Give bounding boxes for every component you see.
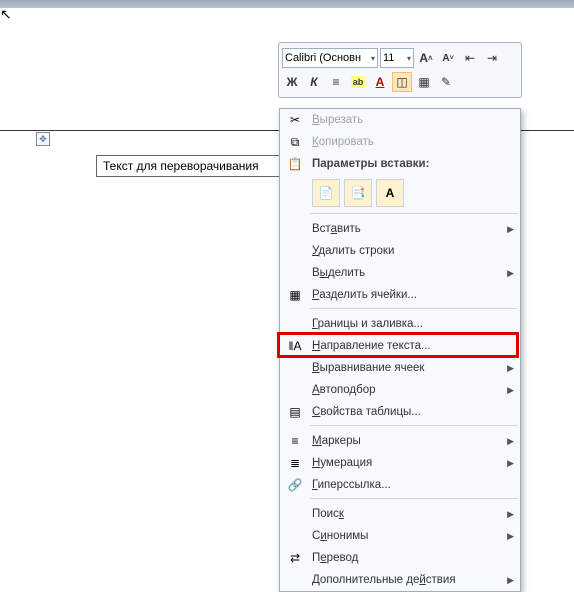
table-properties-icon: ▤ (284, 403, 306, 421)
submenu-arrow-icon: ▶ (507, 224, 514, 235)
grow-font-icon[interactable]: A˄ (416, 48, 436, 68)
align-button[interactable]: ≡ (326, 72, 346, 92)
menu-borders-shading[interactable]: Границы и заливка... (280, 313, 520, 335)
menu-split-cells[interactable]: ▦Разделить ячейки... (280, 284, 520, 306)
paste-merge-icon[interactable]: 📑 (344, 179, 372, 207)
numbering-icon: ≣ (284, 454, 306, 472)
menu-cut[interactable]: ✂Вырезать (280, 109, 520, 131)
mouse-cursor: ↖ (0, 6, 12, 23)
font-size: 11 (383, 52, 394, 64)
format-painter-icon[interactable]: ✎ (436, 72, 456, 92)
font-selector[interactable]: Calibri (Основн ▾ (282, 48, 378, 68)
chevron-down-icon: ▾ (407, 54, 411, 63)
italic-button[interactable]: К (304, 72, 324, 92)
translate-icon: ⇄ (284, 549, 306, 567)
font-name: Calibri (Основн (285, 52, 361, 64)
text-direction-icon: ‖A (284, 337, 306, 355)
cell-text: Текст для переворачивания (103, 159, 259, 173)
hyperlink-icon: 🔗 (284, 476, 306, 494)
paste-text-only-icon[interactable]: A (376, 179, 404, 207)
menu-hyperlink[interactable]: 🔗Гиперссылка... (280, 474, 520, 496)
increase-indent-icon[interactable]: ⇥ (482, 48, 502, 68)
menu-search[interactable]: Поиск▶ (280, 503, 520, 525)
window-titlebar (0, 0, 574, 8)
menu-copy[interactable]: ⧉Копировать (280, 131, 520, 153)
submenu-arrow-icon: ▶ (507, 458, 514, 469)
separator (310, 308, 518, 311)
shading-button[interactable]: ◫ (392, 72, 412, 92)
menu-numbering[interactable]: ≣Нумерация▶ (280, 452, 520, 474)
paste-options-row: 📄 📑 A (280, 175, 520, 211)
submenu-arrow-icon: ▶ (507, 575, 514, 586)
copy-icon: ⧉ (284, 133, 306, 151)
font-color-button[interactable]: A (370, 72, 390, 92)
font-size-selector[interactable]: 11 ▾ (380, 48, 414, 68)
cut-label: ырезать (320, 114, 363, 126)
context-menu: ✂Вырезать ⧉Копировать 📋Параметры вставки… (279, 108, 521, 592)
paste-options-header: 📋Параметры вставки: (280, 153, 520, 175)
menu-table-properties[interactable]: ▤Свойства таблицы... (280, 401, 520, 423)
highlight-button[interactable]: ab (348, 72, 368, 92)
borders-button[interactable]: ▦ (414, 72, 434, 92)
separator (310, 425, 518, 428)
cut-icon: ✂ (284, 111, 306, 129)
submenu-arrow-icon: ▶ (507, 436, 514, 447)
menu-autofit[interactable]: Автоподбор▶ (280, 379, 520, 401)
submenu-arrow-icon: ▶ (507, 531, 514, 542)
submenu-arrow-icon: ▶ (507, 509, 514, 520)
submenu-arrow-icon: ▶ (507, 385, 514, 396)
mini-toolbar: Calibri (Основн▾ 11▾ A˄ A˅ ⇤ ⇥ Ж К ≡ ab … (278, 42, 522, 98)
bold-button[interactable]: Ж (282, 72, 302, 92)
submenu-arrow-icon: ▶ (507, 363, 514, 374)
submenu-arrow-icon: ▶ (507, 268, 514, 279)
split-cells-icon: ▦ (284, 286, 306, 304)
decrease-indent-icon[interactable]: ⇤ (460, 48, 480, 68)
menu-additional-actions[interactable]: Дополнительные действия▶ (280, 569, 520, 591)
menu-cell-alignment[interactable]: Выравнивание ячеек▶ (280, 357, 520, 379)
chevron-down-icon: ▾ (371, 54, 375, 63)
table-move-handle-icon[interactable]: ✥ (36, 132, 50, 146)
menu-insert[interactable]: Вставить▶ (280, 218, 520, 240)
bullets-icon: ≡ (284, 432, 306, 450)
clipboard-icon: 📋 (284, 155, 306, 173)
menu-bullets[interactable]: ≡Маркеры▶ (280, 430, 520, 452)
menu-text-direction[interactable]: ‖AНаправление текста... (280, 335, 520, 357)
shrink-font-icon[interactable]: A˅ (438, 48, 458, 68)
menu-select[interactable]: Выделить▶ (280, 262, 520, 284)
separator (310, 498, 518, 501)
menu-translate[interactable]: ⇄Перевод (280, 547, 520, 569)
menu-delete-rows[interactable]: Удалить строки (280, 240, 520, 262)
separator (310, 213, 518, 216)
paste-keep-formatting-icon[interactable]: 📄 (312, 179, 340, 207)
menu-synonyms[interactable]: Синонимы▶ (280, 525, 520, 547)
